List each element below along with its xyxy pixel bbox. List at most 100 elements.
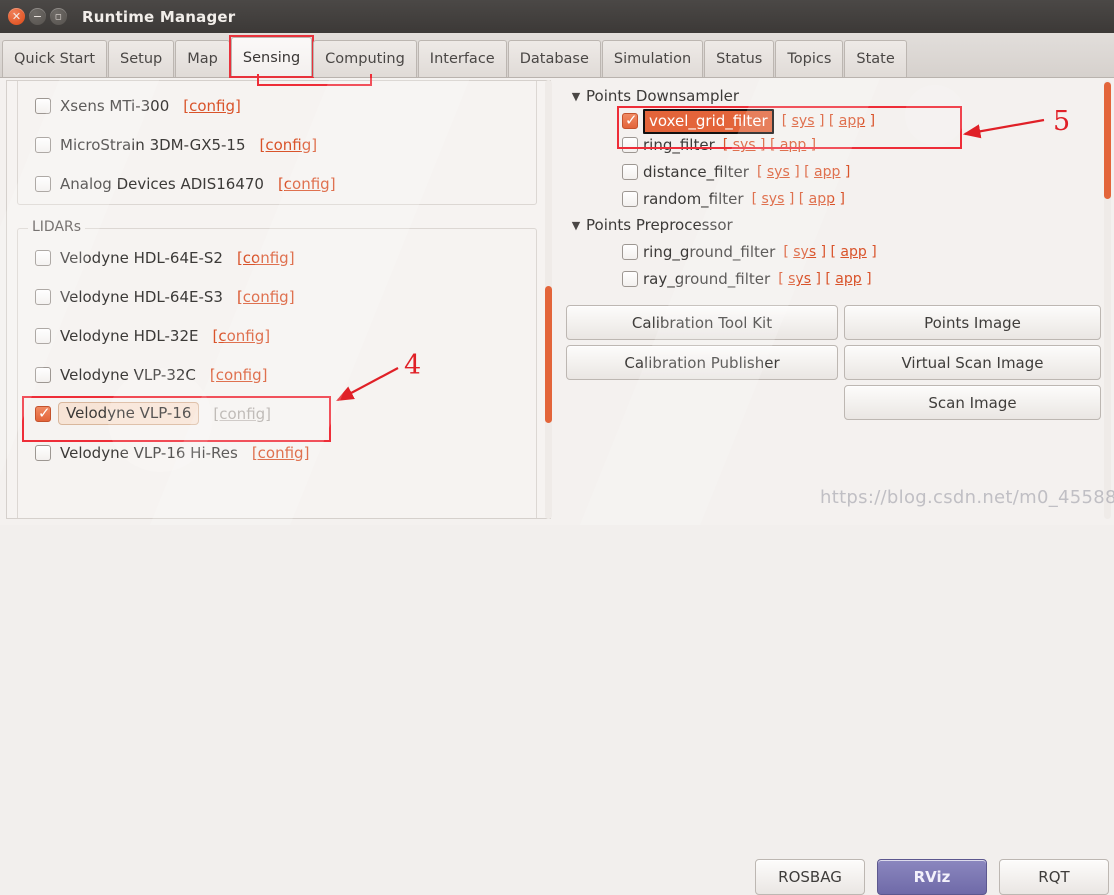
checkbox-velodyne-hdl-64e-s3[interactable] bbox=[35, 288, 51, 305]
left-scrollbar-thumb[interactable] bbox=[545, 286, 552, 423]
rosbag-button[interactable]: ROSBAG bbox=[755, 859, 865, 895]
checkbox-velodyne-vlp-16[interactable] bbox=[35, 404, 51, 422]
close-icon[interactable]: ✕ bbox=[8, 8, 25, 25]
tab-label: Computing bbox=[325, 51, 405, 67]
tree-leaf-label: voxel_grid_filter bbox=[643, 108, 774, 134]
sys-link[interactable]: sys bbox=[788, 271, 811, 287]
app-link[interactable]: app bbox=[839, 113, 865, 129]
bracket-close: ] bbox=[839, 191, 845, 207]
bracket-open: [ bbox=[722, 137, 729, 153]
config-link-velodyne-vlp-32c[interactable]: [config] bbox=[210, 366, 268, 384]
checkbox-ring-ground-filter[interactable] bbox=[622, 244, 638, 260]
checkbox-distance-filter[interactable] bbox=[622, 164, 638, 180]
sensor-row-velodyne-vlp-32c[interactable]: Velodyne VLP-32C [config] bbox=[17, 356, 537, 393]
button-label: Virtual Scan Image bbox=[901, 353, 1044, 372]
checkbox-voxel-grid-filter[interactable] bbox=[622, 111, 638, 129]
tree-leaf-ring-ground-filter[interactable]: ring_ground_filter [ sys ] [ app ] bbox=[566, 240, 877, 264]
title-bar: ✕ − ◻ Runtime Manager bbox=[0, 0, 1114, 33]
tab-map[interactable]: Map bbox=[175, 40, 230, 77]
tree-leaf-ray-ground-filter[interactable]: ray_ground_filter [ sys ] [ app ] bbox=[566, 267, 872, 291]
points-image-button[interactable]: Points Image bbox=[844, 305, 1101, 340]
checkbox-velodyne-hdl-64e-s2[interactable] bbox=[35, 249, 51, 266]
sys-link[interactable]: sys bbox=[733, 137, 756, 153]
right-scrollbar-thumb[interactable] bbox=[1104, 82, 1111, 199]
bracket-open: [ bbox=[828, 113, 835, 129]
filter-links-random-filter: [ sys ] [ app ] bbox=[752, 191, 845, 207]
config-link-velodyne-vlp-16-hi-res[interactable]: [config] bbox=[252, 444, 310, 462]
app-link[interactable]: app bbox=[780, 137, 806, 153]
bracket-open: [ bbox=[783, 244, 789, 260]
app-link[interactable]: app bbox=[814, 164, 840, 180]
checkbox-microstrain-3dm-gx5-15[interactable] bbox=[35, 136, 51, 153]
config-link-microstrain-3dm-gx5-15[interactable]: [config] bbox=[260, 136, 318, 154]
tab-interface[interactable]: Interface bbox=[417, 40, 507, 77]
config-link-velodyne-hdl-64e-s2[interactable]: [config] bbox=[237, 249, 295, 267]
config-link-velodyne-hdl-32e[interactable]: [config] bbox=[212, 327, 270, 345]
scan-image-button[interactable]: Scan Image bbox=[844, 385, 1101, 420]
calibration-tool-kit-button[interactable]: Calibration Tool Kit bbox=[566, 305, 838, 340]
tab-bar: Quick Start Setup Map Sensing Computing … bbox=[0, 33, 1114, 78]
sys-link[interactable]: sys bbox=[793, 244, 816, 260]
bracket-close: ] bbox=[866, 271, 872, 287]
config-link-velodyne-hdl-64e-s3[interactable]: [config] bbox=[237, 288, 295, 306]
sensor-row-velodyne-hdl-32e[interactable]: Velodyne HDL-32E [config] bbox=[17, 317, 537, 354]
bracket-close: ] bbox=[869, 113, 876, 129]
tab-topics[interactable]: Topics bbox=[775, 40, 844, 77]
sensor-row-velodyne-vlp-16-hi-res[interactable]: Velodyne VLP-16 Hi-Res [config] bbox=[17, 434, 537, 471]
sensor-row-velodyne-vlp-16[interactable]: Velodyne VLP-16 [config] bbox=[17, 395, 537, 432]
bracket-open: [ bbox=[825, 271, 831, 287]
rqt-button[interactable]: RQT bbox=[999, 859, 1109, 895]
button-label: Scan Image bbox=[928, 393, 1017, 412]
checkbox-random-filter[interactable] bbox=[622, 191, 638, 207]
bracket-open: [ bbox=[778, 271, 784, 287]
sys-link[interactable]: sys bbox=[762, 191, 785, 207]
tree-leaf-label: ring_ground_filter bbox=[643, 243, 776, 261]
checkbox-velodyne-vlp-32c[interactable] bbox=[35, 366, 51, 383]
tree-leaf-voxel-grid-filter[interactable]: voxel_grid_filter [ sys ] [ app ] bbox=[566, 108, 876, 134]
window-title: Runtime Manager bbox=[82, 7, 236, 26]
rviz-button[interactable]: RViz bbox=[877, 859, 987, 895]
tab-label: Map bbox=[187, 51, 218, 67]
tree-leaf-distance-filter[interactable]: distance_filter [ sys ] [ app ] bbox=[566, 160, 850, 184]
app-link[interactable]: app bbox=[809, 191, 835, 207]
tab-setup[interactable]: Setup bbox=[108, 40, 175, 77]
sensor-row-microstrain-3dm-gx5-15[interactable]: MicroStrain 3DM-GX5-15 [config] bbox=[17, 126, 537, 163]
virtual-scan-image-button[interactable]: Virtual Scan Image bbox=[844, 345, 1101, 380]
app-link[interactable]: app bbox=[835, 271, 861, 287]
tab-simulation[interactable]: Simulation bbox=[601, 40, 704, 77]
tree-leaf-ring-filter[interactable]: ring_filter [ sys ] [ app ] bbox=[566, 133, 816, 157]
calibration-publisher-button[interactable]: Calibration Publisher bbox=[566, 345, 838, 380]
tab-status[interactable]: Status bbox=[704, 40, 775, 77]
tree-leaf-random-filter[interactable]: random_filter [ sys ] [ app ] bbox=[566, 187, 845, 211]
bracket-open: [ bbox=[830, 244, 836, 260]
tree-node-points-preprocessor[interactable]: ▼ Points Preprocessor bbox=[566, 213, 733, 237]
checkbox-ring-filter[interactable] bbox=[622, 137, 638, 153]
tab-database[interactable]: Database bbox=[507, 40, 601, 77]
checkbox-xsens-mti-300[interactable] bbox=[35, 97, 51, 114]
bracket-open: [ bbox=[781, 113, 788, 129]
checkbox-analog-devices-adis16470[interactable] bbox=[35, 175, 51, 192]
maximize-icon[interactable]: ◻ bbox=[50, 8, 67, 25]
sensor-row-analog-devices-adis16470[interactable]: Analog Devices ADIS16470 [config] bbox=[17, 165, 537, 202]
chevron-down-icon[interactable]: ▼ bbox=[566, 90, 586, 103]
sensor-row-velodyne-hdl-64e-s2[interactable]: Velodyne HDL-64E-S2 [config] bbox=[17, 239, 537, 276]
app-link[interactable]: app bbox=[840, 244, 866, 260]
minimize-icon[interactable]: − bbox=[29, 8, 46, 25]
sys-link[interactable]: sys bbox=[767, 164, 790, 180]
chevron-down-icon[interactable]: ▼ bbox=[566, 219, 586, 232]
tab-computing[interactable]: Computing bbox=[313, 40, 417, 77]
checkbox-ray-ground-filter[interactable] bbox=[622, 271, 638, 287]
tab-quick-start[interactable]: Quick Start bbox=[2, 40, 108, 77]
sys-link[interactable]: sys bbox=[792, 113, 815, 129]
tab-state[interactable]: State bbox=[844, 40, 907, 77]
bracket-open: [ bbox=[751, 191, 758, 207]
tree-node-points-downsampler[interactable]: ▼ Points Downsampler bbox=[566, 84, 739, 108]
tab-sensing[interactable]: Sensing bbox=[228, 35, 315, 78]
checkbox-velodyne-vlp-16-hi-res[interactable] bbox=[35, 444, 51, 461]
checkbox-velodyne-hdl-32e[interactable] bbox=[35, 327, 51, 344]
config-link-velodyne-vlp-16[interactable]: [config] bbox=[213, 405, 271, 423]
sensor-row-xsens-mti-300[interactable]: Xsens MTi-300 [config] bbox=[17, 87, 537, 124]
config-link-xsens-mti-300[interactable]: [config] bbox=[183, 97, 241, 115]
sensor-row-velodyne-hdl-64e-s3[interactable]: Velodyne HDL-64E-S3 [config] bbox=[17, 278, 537, 315]
config-link-analog-devices-adis16470[interactable]: [config] bbox=[278, 175, 336, 193]
